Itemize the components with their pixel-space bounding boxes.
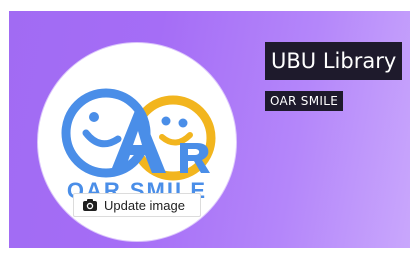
camera-icon — [83, 199, 97, 211]
update-image-label: Update image — [104, 197, 185, 213]
update-image-button[interactable]: Update image — [73, 193, 201, 217]
profile-handle: OAR SMILE — [265, 91, 344, 111]
page: OAR SMILE Update image UBU Library OAR S… — [0, 0, 410, 259]
profile-name: UBU Library — [265, 42, 403, 80]
